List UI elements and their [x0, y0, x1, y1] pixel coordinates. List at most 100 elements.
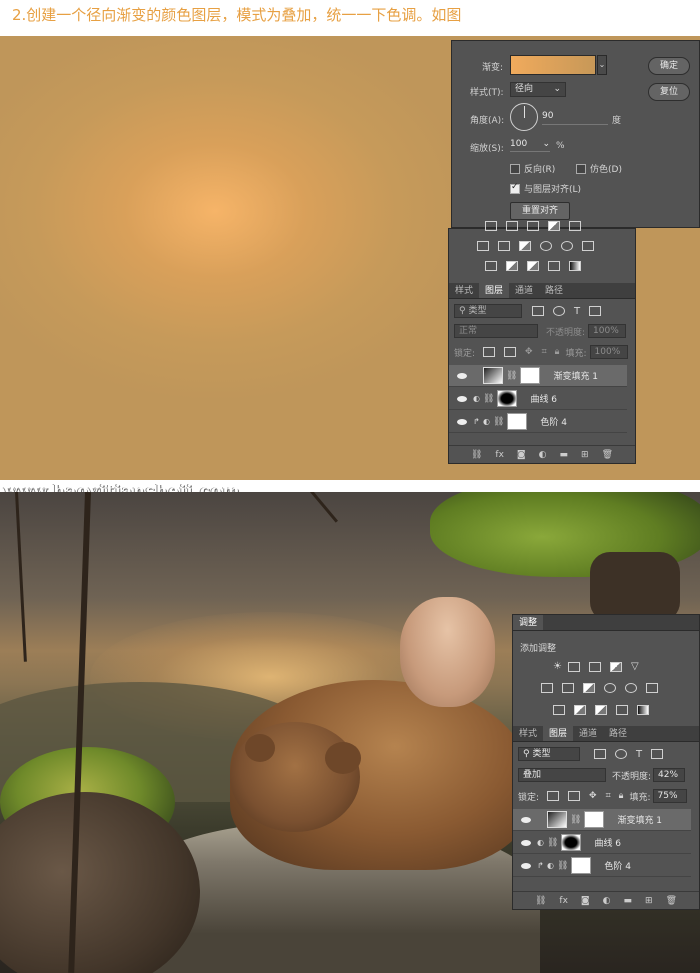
lock-all-icon[interactable]: 🔒︎ [619, 791, 624, 801]
color-balance-icon[interactable] [498, 241, 510, 251]
filter-adjust-icon[interactable] [553, 306, 565, 316]
filter-shape-icon[interactable] [651, 749, 664, 759]
add-mask-icon[interactable]: ◙ [581, 896, 590, 906]
tab-adjustments[interactable]: 调整 [513, 615, 544, 630]
eye-icon[interactable] [521, 839, 531, 846]
curves-icon[interactable] [588, 661, 601, 672]
layer-row-curves[interactable]: ◐ ⛓ 曲线 6 [449, 388, 627, 410]
filter-shape-icon[interactable] [589, 306, 602, 316]
tab-layers[interactable]: 图层 [543, 726, 574, 741]
tab-channels[interactable]: 通道 [509, 283, 539, 298]
fill-input[interactable]: 100% [589, 345, 628, 359]
invert-icon[interactable] [553, 705, 565, 715]
layer-row-levels[interactable]: ↱ ◐ ⛓ 色阶 4 [513, 855, 691, 877]
filter-type-icon[interactable]: T [636, 749, 642, 760]
layer-row-curves[interactable]: ◐ ⛓ 曲线 6 [513, 832, 691, 854]
eye-icon[interactable] [457, 395, 467, 402]
hue-saturation-icon[interactable] [541, 683, 553, 693]
filter-pixel-icon[interactable] [594, 749, 606, 759]
new-layer-icon[interactable]: ⊞ [581, 450, 589, 460]
trash-icon[interactable]: 🗑︎ [602, 450, 613, 460]
layer-row-gradient-fill[interactable]: ⛓ 渐变填充 1 [513, 809, 691, 831]
fx-icon[interactable]: fx [559, 896, 568, 906]
lock-position-icon[interactable]: ✥ [589, 791, 597, 801]
add-mask-icon[interactable]: ◙ [517, 450, 526, 460]
black-white-icon[interactable] [519, 241, 531, 251]
layer-row-gradient-fill[interactable]: ⛓ 渐变填充 1 [449, 365, 627, 387]
lock-image-icon[interactable] [504, 347, 517, 357]
fill-input[interactable]: 75% [652, 789, 687, 803]
tab-layers[interactable]: 图层 [479, 283, 510, 298]
posterize-icon[interactable] [506, 261, 518, 271]
eye-icon[interactable] [521, 862, 531, 869]
lock-position-icon[interactable]: ✥ [525, 347, 533, 357]
align-with-layer-checkbox[interactable]: 与图层对齐(L) [510, 182, 581, 195]
opacity-input[interactable]: 100% [588, 324, 627, 338]
exposure-icon[interactable] [609, 661, 622, 672]
tab-styles[interactable]: 样式 [449, 283, 479, 298]
new-layer-icon[interactable]: ⊞ [645, 896, 653, 906]
vibrance-icon[interactable]: ▽ [631, 661, 639, 672]
opacity-input[interactable]: 42% [653, 768, 686, 782]
tab-channels[interactable]: 通道 [573, 726, 603, 741]
levels-icon[interactable] [506, 221, 518, 231]
angle-dial[interactable] [510, 103, 538, 131]
new-group-icon[interactable]: ▬ [560, 450, 569, 460]
filter-type-icon[interactable]: T [574, 306, 580, 317]
ok-button[interactable]: 确定 [648, 57, 690, 75]
lock-all-icon[interactable]: 🔒︎ [555, 347, 560, 357]
threshold-icon[interactable] [595, 705, 607, 715]
gradient-dropdown-chevron-icon[interactable]: ⌄ [597, 55, 607, 75]
link-layers-icon[interactable]: ⛓ [535, 896, 546, 906]
link-layers-icon[interactable]: ⛓ [471, 450, 482, 460]
photo-filter-icon[interactable] [604, 683, 616, 693]
threshold-icon[interactable] [527, 261, 539, 271]
reverse-checkbox[interactable]: 反向(R) [510, 162, 555, 175]
trash-icon[interactable]: 🗑︎ [666, 896, 677, 906]
tab-styles[interactable]: 样式 [513, 726, 543, 741]
color-lookup-icon[interactable] [582, 241, 594, 251]
dither-checkbox[interactable]: 仿色(D) [576, 162, 622, 175]
channel-mixer-icon[interactable] [625, 683, 637, 693]
gradient-map-icon[interactable] [569, 261, 581, 271]
color-lookup-icon[interactable] [646, 683, 658, 693]
reset-alignment-button[interactable]: 重置对齐 [510, 202, 570, 220]
eye-icon[interactable] [457, 372, 467, 379]
hue-saturation-icon[interactable] [477, 241, 489, 251]
photo-filter-icon[interactable] [540, 241, 552, 251]
lock-image-icon[interactable] [568, 791, 581, 801]
blend-mode-select[interactable]: 叠加 [518, 768, 606, 782]
gradient-swatch[interactable] [510, 55, 596, 75]
new-adjustment-icon[interactable]: ◐ [603, 896, 611, 906]
lock-transparent-icon[interactable] [547, 791, 560, 801]
posterize-icon[interactable] [574, 705, 586, 715]
eye-icon[interactable] [521, 816, 531, 823]
levels-icon[interactable] [567, 661, 580, 672]
channel-mixer-icon[interactable] [561, 241, 573, 251]
lock-artboard-icon[interactable]: ⌗ [606, 791, 611, 801]
layer-row-levels[interactable]: ↱ ◐ ⛓ 色阶 4 [449, 411, 627, 433]
lock-transparent-icon[interactable] [483, 347, 496, 357]
fx-icon[interactable]: fx [495, 450, 504, 460]
selective-color-icon[interactable] [616, 705, 628, 715]
blend-mode-select[interactable]: 正常 [454, 324, 538, 338]
filter-adjust-icon[interactable] [615, 749, 627, 759]
invert-icon[interactable] [485, 261, 497, 271]
color-balance-icon[interactable] [562, 683, 574, 693]
black-white-icon[interactable] [583, 683, 595, 693]
style-select[interactable]: 径向 ⌄ [510, 82, 566, 97]
vibrance-icon[interactable] [569, 221, 581, 231]
exposure-icon[interactable] [548, 221, 560, 231]
filter-pixel-icon[interactable] [532, 306, 544, 316]
tab-paths[interactable]: 路径 [539, 283, 569, 298]
gradient-map-icon[interactable] [637, 705, 649, 715]
new-adjustment-icon[interactable]: ◐ [539, 450, 547, 460]
selective-color-icon[interactable] [548, 261, 560, 271]
scale-input[interactable]: 100 ⌄ [510, 139, 550, 152]
reset-button[interactable]: 复位 [648, 83, 690, 101]
lock-artboard-icon[interactable]: ⌗ [542, 347, 547, 357]
layer-filter-select[interactable]: ⚲ 类型 [518, 747, 580, 761]
angle-input[interactable]: 90 [542, 111, 608, 125]
brightness-icon[interactable]: ☀ [553, 661, 562, 672]
brightness-icon[interactable] [485, 221, 497, 231]
